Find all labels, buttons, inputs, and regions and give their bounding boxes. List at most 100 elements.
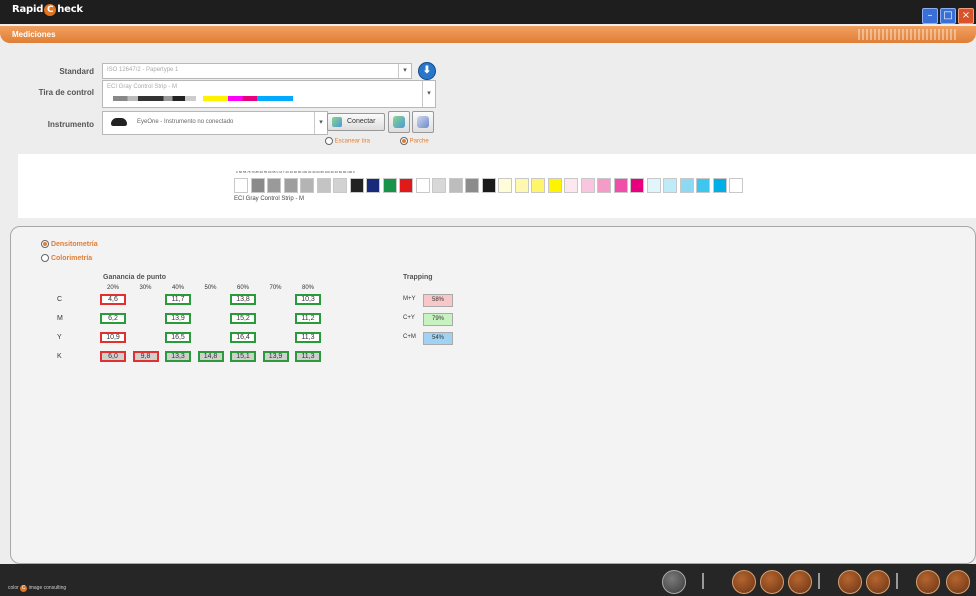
tira-preview (113, 96, 293, 101)
strip-patch (234, 178, 248, 193)
tira-select[interactable]: ECI Gray Control Strip - M ▾ (102, 80, 436, 108)
strip-patch (564, 178, 578, 193)
footer-logo: color C image consulting (8, 585, 67, 592)
conectar-button[interactable]: Conectar (327, 113, 385, 131)
dot-gain-cell: 13,9 (262, 351, 289, 362)
strip-patch (547, 178, 562, 193)
densitometria-radio[interactable] (41, 240, 49, 248)
dot-gain-cell: 11,3 (295, 332, 321, 343)
dot-gain-cell: 11,7 (165, 294, 191, 305)
colorimetria-radio[interactable] (41, 254, 49, 262)
chevron-down-icon[interactable]: ▾ (422, 81, 435, 107)
dot-gain-cell: 10,3 (295, 294, 321, 305)
close-icon[interactable]: × (958, 8, 974, 24)
dot-gain-cell: 11,2 (295, 313, 321, 324)
row-label: M (57, 315, 63, 322)
percent-header: 60% (236, 285, 249, 291)
trapping-value: 54% (423, 332, 453, 345)
back-button[interactable] (916, 570, 940, 594)
settings-button[interactable] (388, 111, 410, 133)
dot-gain-cell: 15,2 (230, 313, 256, 324)
standard-label: Standard (59, 67, 94, 76)
dot-gain-cell: 14,8 (197, 351, 224, 362)
strip-patch (316, 178, 331, 193)
dot-gain-cell: 15,1 (230, 351, 256, 362)
strip-patch (663, 178, 677, 193)
divider (896, 573, 898, 589)
standard-select[interactable]: ISO 12647/2 - Papertype 1 ▾ (102, 63, 412, 79)
percent-header: 50% (204, 285, 217, 291)
percent-header: 70% (269, 285, 282, 291)
parche-radio[interactable] (400, 137, 408, 145)
strip-patch (432, 178, 446, 193)
dot-gain-cell: 6,2 (100, 313, 126, 324)
strip-patch (300, 178, 314, 193)
dot-gain-cell: 13,8 (230, 294, 256, 305)
tools-button[interactable] (662, 570, 686, 594)
escanear-radio[interactable] (325, 137, 333, 145)
strip-patch (349, 178, 364, 193)
strip-patch (283, 178, 298, 193)
strip-caption: ECI Gray Control Strip - M (234, 196, 305, 202)
title-bar: Rapid Check – □ × (0, 0, 976, 24)
strip-patch (613, 178, 628, 193)
minimize-icon[interactable]: – (922, 8, 938, 24)
info-button[interactable]: ⬇ (418, 62, 436, 80)
connect-icon (332, 117, 342, 127)
strip-patch (498, 178, 512, 193)
strip-patch (415, 178, 430, 193)
results-panel: Densitometría Colorimetría Ganancia de p… (10, 226, 976, 564)
instrumento-select[interactable]: EyeOne - Instrumento no conectado ▾ (102, 111, 328, 135)
divider (702, 573, 704, 589)
print-button[interactable] (838, 570, 862, 594)
trapping-value: 79% (423, 313, 453, 326)
strip-patch (514, 178, 529, 193)
control-strip-panel: K 50 55 75 70 85 60 55 90 65 C M Y 20 40… (18, 154, 976, 218)
export-button[interactable] (866, 570, 890, 594)
strip-patch (597, 178, 611, 193)
strip-scale: K 50 55 75 70 85 60 55 90 65 C M Y 20 40… (236, 170, 355, 174)
strip-patch (712, 178, 727, 193)
strip-patch (366, 178, 380, 193)
instrumento-value: EyeOne - Instrumento no conectado (137, 119, 234, 125)
mode-parche[interactable]: Parche (400, 137, 429, 145)
strip-patch (679, 178, 694, 193)
strip-patch (399, 178, 413, 193)
chevron-down-icon[interactable]: ▾ (314, 112, 327, 134)
percent-header: 80% (301, 285, 314, 291)
dot-gain-cell: 9,8 (132, 351, 159, 362)
standard-value: ISO 12647/2 - Papertype 1 (107, 67, 179, 73)
dot-gain-cell: 10,9 (100, 332, 126, 343)
strip-patch (580, 178, 595, 193)
section-tab: Mediciones (0, 26, 976, 43)
save-button[interactable] (788, 570, 812, 594)
tira-label: Tira de control (38, 88, 94, 97)
densitometria-option[interactable]: Densitometría (41, 240, 98, 248)
new-button[interactable] (732, 570, 756, 594)
calibrate-button[interactable] (412, 111, 434, 133)
open-button[interactable] (760, 570, 784, 594)
bottom-bar: color C image consulting (0, 564, 976, 596)
strip-patch (481, 178, 496, 193)
app-logo: Rapid Check (12, 4, 83, 16)
dot-gain-cell: 13,3 (165, 351, 191, 362)
dot-gain-cell: 11,3 (295, 351, 321, 362)
row-label: C (57, 296, 63, 303)
trapping-label: C+M (403, 334, 416, 340)
strip-patch (531, 178, 545, 193)
strip-patch (465, 178, 479, 193)
maximize-icon[interactable]: □ (940, 8, 956, 24)
strip-patch (729, 178, 743, 193)
window-controls: – □ × (922, 8, 974, 24)
percent-header: 20% (106, 285, 119, 291)
strip-patch (333, 178, 347, 193)
mode-escanear[interactable]: Escanear tira (325, 137, 370, 145)
trapping-title: Trapping (403, 274, 433, 281)
tab-mediciones[interactable]: Mediciones (12, 30, 56, 39)
strip-patch (382, 178, 397, 193)
chevron-down-icon[interactable]: ▾ (398, 64, 411, 78)
strip-patch (250, 178, 265, 193)
dot-gain-cell: 6,0 (100, 351, 126, 362)
colorimetria-option[interactable]: Colorimetría (41, 254, 92, 262)
forward-button[interactable] (946, 570, 970, 594)
